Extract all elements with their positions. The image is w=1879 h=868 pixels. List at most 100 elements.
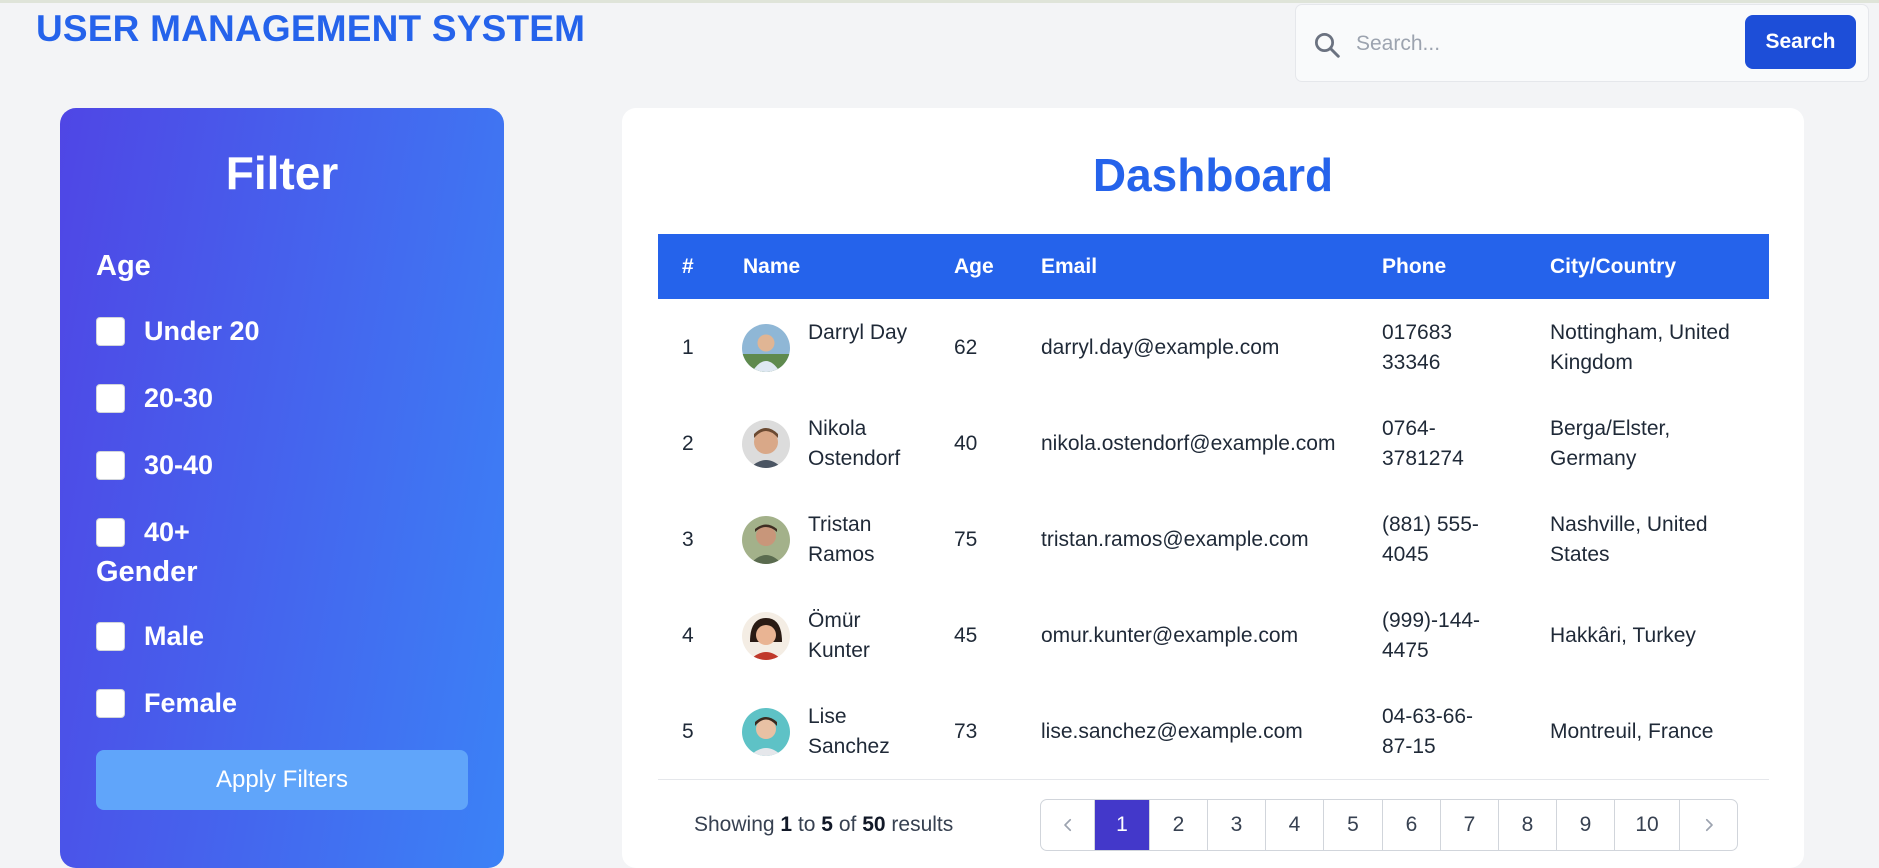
phone-line: 04-63-66- xyxy=(1382,705,1474,728)
column-header-phone[interactable]: Phone xyxy=(1382,234,1446,299)
table-row[interactable]: 2 Nikola Ostendorf 40 nikola.ostendorf@ex… xyxy=(658,396,1769,492)
name-line: Sanchez xyxy=(808,735,890,758)
user-city-country: Nottingham, United Kingdom xyxy=(1550,318,1730,378)
phone-line: (881) 555- xyxy=(1382,513,1479,536)
avatar xyxy=(742,324,790,372)
table-row[interactable]: 4 Ömür Kunter 45 omur.kunter@example.com … xyxy=(658,588,1769,684)
checkbox[interactable] xyxy=(96,450,125,480)
filter-title: Filter xyxy=(225,147,339,199)
age-option-under-20[interactable]: Under 20 xyxy=(96,314,260,348)
user-email: nikola.ostendorf@example.com xyxy=(1041,432,1336,455)
column-header-index[interactable]: # xyxy=(682,234,694,299)
user-city-country: Hakkâri, Turkey xyxy=(1550,624,1696,647)
phone-line: 87-15 xyxy=(1382,735,1436,758)
user-name: Lise Sanchez xyxy=(808,702,890,762)
checkbox[interactable] xyxy=(96,688,125,718)
option-label: 20-30 xyxy=(144,382,214,413)
age-option-20-30[interactable]: 20-30 xyxy=(96,381,213,415)
user-age: 62 xyxy=(954,336,978,359)
city-line: Berga/Elster, xyxy=(1550,417,1671,440)
user-name: Darryl Day xyxy=(808,318,907,348)
row-index: 2 xyxy=(682,432,694,455)
table-row[interactable]: 1 Darryl Day 62 darryl.day@example.com 0… xyxy=(658,300,1769,396)
name-line: Kunter xyxy=(808,639,870,662)
name-line: Ramos xyxy=(808,543,875,566)
user-name: Tristan Ramos xyxy=(808,510,875,570)
user-city-country: Nashville, United States xyxy=(1550,510,1708,570)
search-button[interactable]: Search xyxy=(1745,15,1856,69)
column-header-email[interactable]: Email xyxy=(1041,234,1097,299)
column-header-name[interactable]: Name xyxy=(743,234,800,299)
city-line: Kingdom xyxy=(1550,351,1633,374)
column-header-city-country[interactable]: City/Country xyxy=(1550,234,1676,299)
filter-panel: Filter Age Under 20 20-30 30-40 40+ Gend… xyxy=(60,108,504,868)
avatar xyxy=(742,708,790,756)
checkbox[interactable] xyxy=(96,383,125,413)
pagination: 1 2 3 4 5 6 7 8 9 10 xyxy=(1040,799,1738,851)
user-email: tristan.ramos@example.com xyxy=(1041,528,1309,551)
dashboard-card: Dashboard # Name Age Email Phone City/Co… xyxy=(622,108,1804,868)
option-label: 30-40 xyxy=(144,449,214,480)
table-row[interactable]: 3 Tristan Ramos 75 tristan.ramos@example.… xyxy=(658,492,1769,588)
phone-line: 0764- xyxy=(1382,417,1436,440)
city-line: Nashville, United xyxy=(1550,513,1708,536)
user-phone: (881) 555- 4045 xyxy=(1382,510,1479,570)
chevron-left-icon xyxy=(1063,818,1071,832)
phone-line: (999)-144- xyxy=(1382,609,1481,632)
gender-option-male[interactable]: Male xyxy=(96,619,204,653)
user-name: Ömür Kunter xyxy=(808,606,870,666)
age-filter-title: Age xyxy=(96,250,151,282)
results-to: 5 xyxy=(821,813,833,836)
checkbox[interactable] xyxy=(96,621,125,651)
row-index: 3 xyxy=(682,528,694,551)
user-age: 73 xyxy=(954,720,978,743)
user-age: 75 xyxy=(954,528,978,551)
results-prefix: Showing xyxy=(694,813,775,836)
user-age: 45 xyxy=(954,624,978,647)
row-index: 4 xyxy=(682,624,694,647)
dashboard-title: Dashboard xyxy=(1092,149,1334,201)
user-email: lise.sanchez@example.com xyxy=(1041,720,1303,743)
age-option-40-plus[interactable]: 40+ xyxy=(96,515,190,549)
chevron-right-icon xyxy=(1705,818,1713,832)
user-city-country: Berga/Elster, Germany xyxy=(1550,414,1670,474)
name-line: Lise xyxy=(808,705,847,728)
city-line: Nottingham, United xyxy=(1550,321,1730,344)
user-email: omur.kunter@example.com xyxy=(1041,624,1299,647)
age-option-30-40[interactable]: 30-40 xyxy=(96,448,213,482)
city-line: States xyxy=(1550,543,1610,566)
table-header: # Name Age Email Phone City/Country xyxy=(658,234,1769,299)
phone-line: 3781274 xyxy=(1382,447,1464,470)
search-bar: Search xyxy=(1295,4,1869,82)
top-border xyxy=(0,0,1879,3)
gender-filter-title: Gender xyxy=(96,556,198,588)
results-summary: Showing 1 to 5 of 50 results xyxy=(694,813,953,837)
results-to-word: to xyxy=(797,813,816,836)
table-divider xyxy=(658,779,1769,780)
gender-option-female[interactable]: Female xyxy=(96,686,237,720)
name-line: Tristan xyxy=(808,513,872,536)
search-icon xyxy=(1315,33,1340,58)
name-line: Nikola xyxy=(808,417,867,440)
checkbox[interactable] xyxy=(96,316,125,346)
avatar xyxy=(742,612,790,660)
option-label: Female xyxy=(144,687,238,718)
results-suffix: results xyxy=(891,813,954,836)
checkbox[interactable] xyxy=(96,517,125,547)
user-age: 40 xyxy=(954,432,978,455)
avatar xyxy=(742,516,790,564)
column-header-age[interactable]: Age xyxy=(954,234,994,299)
table-row[interactable]: 5 Lise Sanchez 73 lise.sanchez@example.co… xyxy=(658,684,1769,780)
search-input[interactable] xyxy=(1354,21,1728,67)
name-line: Ostendorf xyxy=(808,447,901,470)
apply-filters-button[interactable]: Apply Filters xyxy=(96,750,468,810)
results-of-word: of xyxy=(838,813,857,836)
city-line: Germany xyxy=(1550,447,1637,470)
results-from: 1 xyxy=(780,813,793,836)
phone-line: 33346 xyxy=(1382,351,1441,374)
option-label: Under 20 xyxy=(144,315,260,346)
phone-line: 017683 xyxy=(1382,321,1453,344)
name-line: Darryl Day xyxy=(808,321,908,344)
user-phone: 0764- 3781274 xyxy=(1382,414,1464,474)
user-email: darryl.day@example.com xyxy=(1041,336,1280,359)
